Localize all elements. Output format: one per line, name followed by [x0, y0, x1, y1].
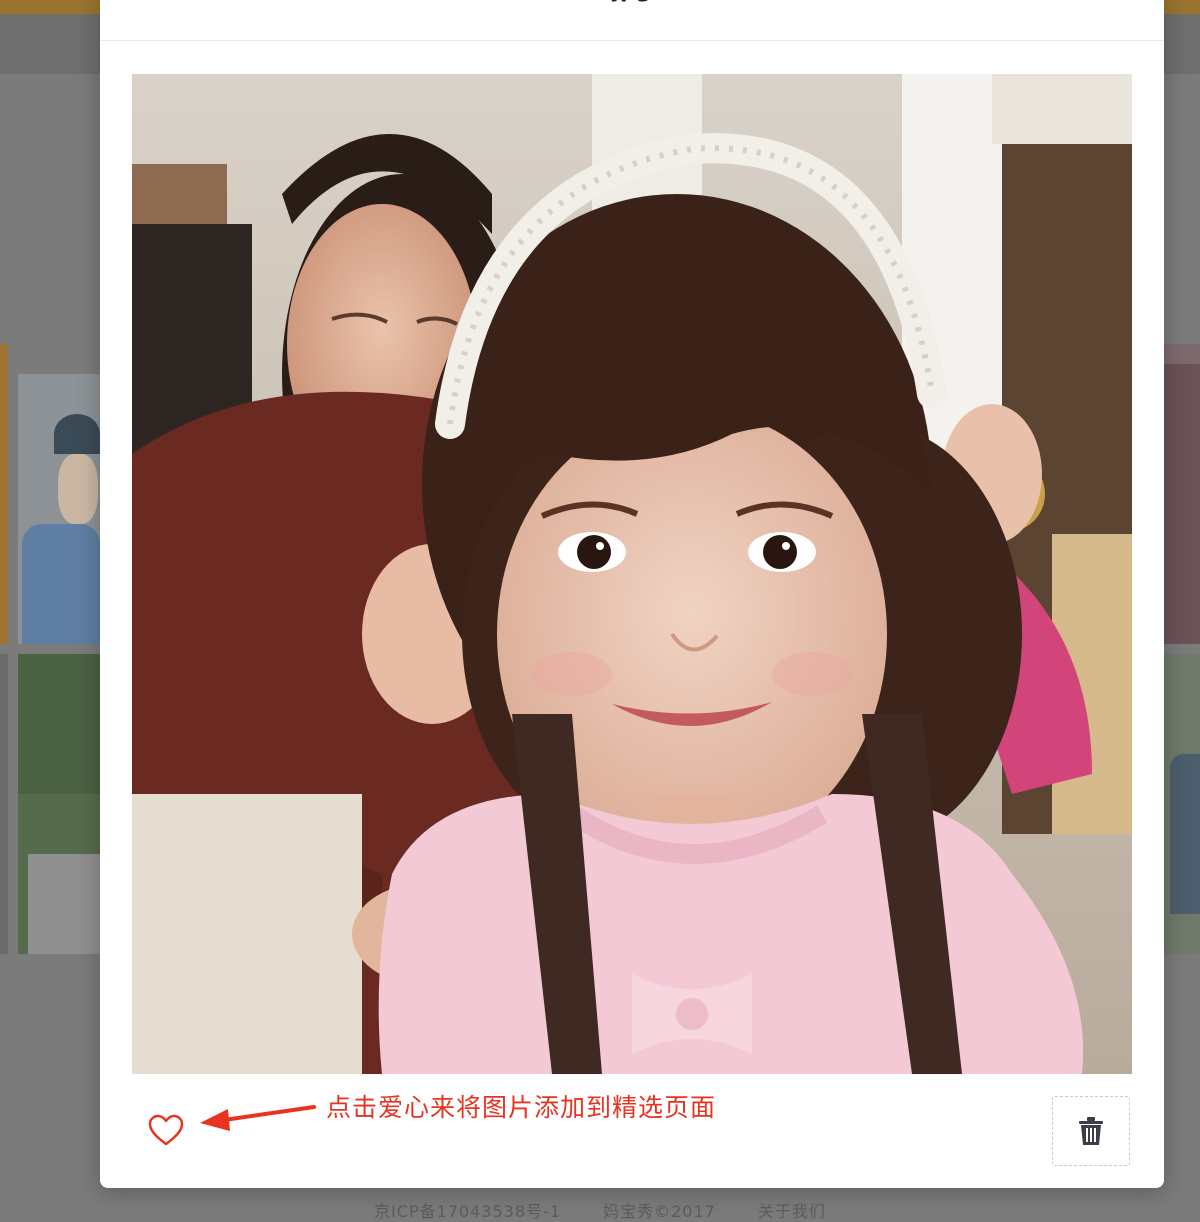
footer-about-link[interactable]: 关于我们 [758, 1202, 826, 1221]
footer-icp[interactable]: 京ICP备17043538号-1 [374, 1202, 561, 1221]
gallery-thumb-left-4[interactable] [18, 654, 100, 954]
modal-header: jpg [100, 0, 1164, 41]
gallery-thumb-left-3[interactable] [0, 654, 8, 954]
footer-copyright: 妈宝秀©2017 [603, 1202, 716, 1221]
delete-button[interactable] [1052, 1096, 1130, 1166]
trash-icon [1079, 1117, 1103, 1145]
modal-title: jpg [100, 0, 1164, 3]
gallery-thumb-right-1[interactable] [1164, 344, 1200, 644]
like-button[interactable] [144, 1110, 188, 1150]
gallery-thumb-right-2[interactable] [1164, 654, 1200, 954]
footer: 京ICP备17043538号-1 妈宝秀©2017 关于我们 [0, 1198, 1200, 1222]
like-hint-text: 点击爱心来将图片添加到精选页面 [326, 1093, 717, 1122]
gallery-thumb-left-2[interactable] [18, 374, 100, 644]
gallery-thumb-left-1[interactable] [0, 344, 8, 644]
heart-outline-icon [148, 1114, 184, 1146]
preview-photo [132, 74, 1132, 1074]
image-preview-modal: jpg [100, 0, 1164, 1188]
hint-arrow-icon [200, 1105, 316, 1131]
